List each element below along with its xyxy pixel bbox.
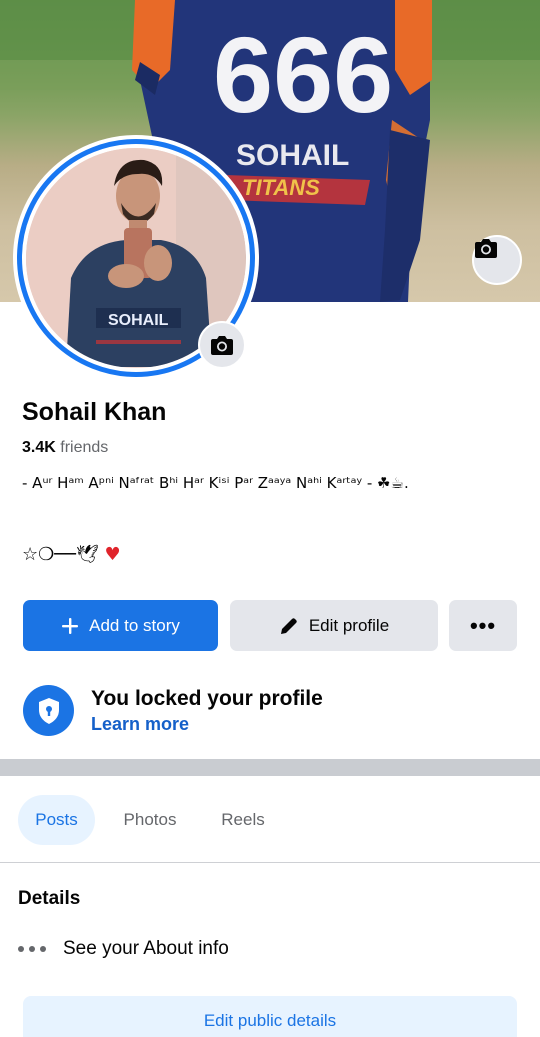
jersey-number: 666 bbox=[213, 14, 393, 135]
friends-label: friends bbox=[60, 439, 109, 456]
friends-number: 3.4K bbox=[22, 439, 56, 456]
jersey-team: TITANS bbox=[242, 175, 320, 200]
add-to-story-button[interactable]: Add to story bbox=[23, 600, 218, 651]
profile-page: 666 SOHAIL TITANS SOHAIL Sohail Khan 3.4… bbox=[0, 0, 540, 1037]
section-divider bbox=[0, 759, 540, 776]
camera-icon bbox=[211, 336, 233, 355]
edit-profile-button[interactable]: Edit profile bbox=[230, 600, 438, 651]
jersey-name: SOHAIL bbox=[236, 139, 349, 172]
about-dots-icon bbox=[18, 942, 46, 956]
details-heading: Details bbox=[18, 888, 81, 909]
tab-posts[interactable]: Posts bbox=[18, 795, 95, 845]
friends-count[interactable]: 3.4K friends bbox=[22, 439, 108, 457]
bio-line-2-text: ☆❍──🕊 bbox=[22, 544, 99, 565]
edit-public-details-button[interactable]: Edit public details bbox=[23, 996, 517, 1037]
heart-icon: ♥ bbox=[104, 544, 121, 565]
bio-line-1: - Aᵘʳ Hᵃᵐ Aᵖⁿⁱ Nᵃᶠʳᵃᵗ Bʰⁱ Hᵃʳ Kⁱˢⁱ Pᵃʳ Z… bbox=[22, 474, 409, 492]
see-about-info-link[interactable]: See your About info bbox=[63, 938, 229, 960]
plus-icon bbox=[61, 617, 79, 635]
avatar-shirt-text: SOHAIL bbox=[108, 312, 169, 329]
camera-icon bbox=[475, 239, 497, 258]
bio-line-2: ☆❍──🕊 ♥ bbox=[22, 544, 121, 565]
more-options-button[interactable]: ••• bbox=[449, 600, 517, 651]
cover-camera-button[interactable] bbox=[472, 235, 522, 285]
tab-reels[interactable]: Reels bbox=[210, 795, 276, 845]
tab-photos[interactable]: Photos bbox=[112, 795, 188, 845]
pencil-icon bbox=[279, 616, 299, 636]
locked-profile-title: You locked your profile bbox=[91, 687, 323, 710]
avatar-camera-button[interactable] bbox=[198, 321, 246, 369]
locked-profile-badge bbox=[23, 685, 74, 736]
more-dots-icon: ••• bbox=[469, 612, 497, 638]
shield-lock-icon bbox=[38, 697, 59, 724]
add-to-story-label: Add to story bbox=[89, 615, 180, 635]
learn-more-link[interactable]: Learn more bbox=[91, 714, 189, 735]
edit-profile-label: Edit profile bbox=[308, 615, 390, 635]
profile-name: Sohail Khan bbox=[22, 398, 167, 426]
tabs-divider bbox=[0, 862, 540, 863]
